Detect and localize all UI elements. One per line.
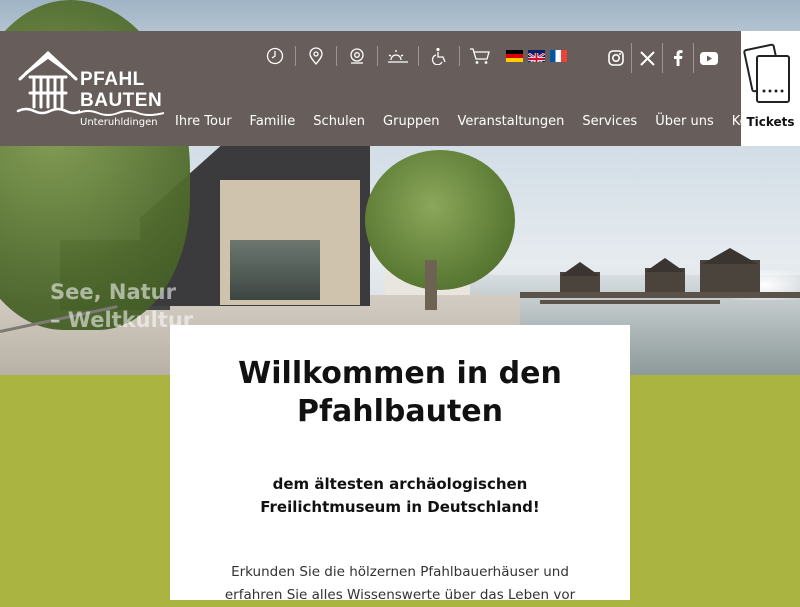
pile-dwelling-logo-icon [16, 50, 82, 115]
welcome-title-line2: Pfahlbauten [296, 394, 504, 429]
weather-icon[interactable] [386, 44, 410, 68]
museum-building-glass [230, 240, 320, 300]
hero-pier [540, 300, 720, 304]
welcome-title: Willkommen in den Pfahlbauten [170, 355, 630, 431]
divider [459, 46, 460, 66]
divider [693, 43, 694, 73]
tree-right [365, 150, 515, 290]
flag-fr-icon[interactable] [550, 50, 567, 62]
nav-item-gruppen[interactable]: Gruppen [374, 114, 448, 129]
nav-item-schulen[interactable]: Schulen [304, 114, 374, 129]
nav-item-veranstaltungen[interactable]: Veranstaltungen [448, 114, 573, 129]
nav-item-ueber-uns[interactable]: Über uns [646, 114, 723, 129]
divider [295, 46, 296, 66]
ticket-icon [756, 55, 790, 103]
cart-icon[interactable] [468, 44, 492, 68]
welcome-title-line1: Willkommen in den [238, 356, 562, 391]
flag-de-icon[interactable] [506, 50, 523, 62]
divider [336, 46, 337, 66]
language-switcher [506, 50, 567, 62]
logo-wordmark: PFAHL BAUTEN [80, 69, 162, 111]
location-pin-icon[interactable] [304, 44, 328, 68]
welcome-body-line1: Erkunden Sie die hölzernen Pfahlbauerhäu… [231, 564, 569, 580]
clock-icon[interactable] [263, 44, 287, 68]
webcam-icon[interactable] [345, 44, 369, 68]
x-icon[interactable] [634, 46, 660, 70]
hero-pier [520, 292, 800, 298]
tickets-button[interactable]: Tickets [741, 31, 800, 146]
nav-item-services[interactable]: Services [573, 114, 646, 129]
facebook-icon[interactable] [665, 46, 691, 70]
logo-wave-icon [78, 110, 164, 116]
hero-tagline-line1: See, Natur [50, 280, 176, 304]
logo-line1: PFAHL [80, 69, 145, 90]
youtube-icon[interactable] [696, 46, 722, 70]
nav-item-ihre-tour[interactable]: Ihre Tour [166, 114, 241, 129]
welcome-body-line2: erfahren Sie alles Wissenswerte über das… [224, 587, 576, 603]
divider [418, 46, 419, 66]
site-logo[interactable]: PFAHL BAUTEN Unteruhldingen [16, 49, 166, 129]
main-navigation: Ihre Tour Familie Schulen Gruppen Verans… [166, 114, 790, 129]
divider [662, 43, 663, 73]
social-links [603, 43, 722, 73]
logo-subtitle: Unteruhldingen [80, 117, 158, 128]
welcome-subtitle: dem ältesten archäologischen Freilichtmu… [170, 473, 630, 519]
wheelchair-icon[interactable] [427, 44, 451, 68]
instagram-icon[interactable] [603, 46, 629, 70]
utility-bar [263, 44, 567, 68]
logo-line2: BAUTEN [80, 90, 163, 111]
flag-uk-icon[interactable] [528, 50, 545, 62]
divider [631, 43, 632, 73]
welcome-subtitle-line2: Freilichtmuseum in Deutschland! [260, 498, 540, 516]
tickets-label: Tickets [746, 115, 795, 129]
welcome-card: Willkommen in den Pfahlbauten dem ältest… [170, 325, 630, 603]
stilt-hut [700, 260, 760, 292]
nav-item-familie[interactable]: Familie [241, 114, 305, 129]
tree-trunk [425, 260, 437, 310]
welcome-subtitle-line1: dem ältesten archäologischen [272, 475, 528, 493]
divider [377, 46, 378, 66]
site-header: PFAHL BAUTEN Unteruhldingen Ihre Tour Fa… [0, 31, 800, 146]
welcome-body: Erkunden Sie die hölzernen Pfahlbauerhäu… [200, 561, 600, 607]
